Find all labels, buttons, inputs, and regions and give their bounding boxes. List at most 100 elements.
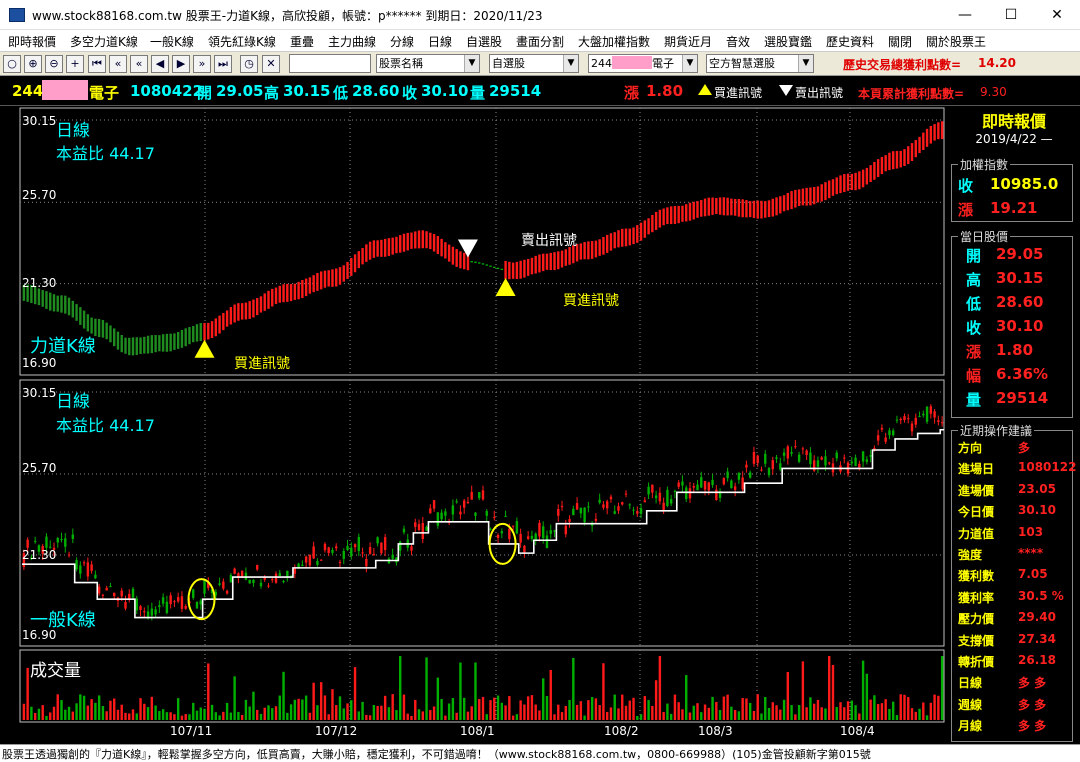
- back-icon[interactable]: ◀: [151, 55, 169, 73]
- volume-bar: [184, 714, 187, 720]
- history-profit-label: 歷史交易總獲利點數=: [843, 58, 962, 72]
- menu-item-realtime[interactable]: 即時報價: [8, 33, 56, 50]
- candle-body: [880, 427, 884, 430]
- index-box-caption: 加權指數: [958, 156, 1011, 173]
- menu-item-normal-k[interactable]: 一般K線: [150, 33, 194, 50]
- volume-bar: [259, 713, 263, 720]
- day-close-value: 30.10: [996, 317, 1044, 335]
- candle-body: [180, 596, 184, 609]
- menu-item-index[interactable]: 大盤加權指數: [578, 33, 650, 50]
- close-button[interactable]: ✕: [1034, 0, 1080, 30]
- candle-body: [451, 505, 455, 515]
- power-k-bar: [895, 150, 899, 169]
- menu-item-history[interactable]: 歷史資料: [826, 33, 874, 50]
- first-page-icon[interactable]: ⏮: [88, 55, 106, 73]
- menu-item-split[interactable]: 畫面分割: [516, 33, 564, 50]
- crosshair-icon[interactable]: +: [66, 55, 84, 73]
- volume-bar: [56, 694, 59, 720]
- volume-bar: [613, 694, 616, 720]
- volume-bar: [207, 663, 210, 720]
- xtick-3: 108/1: [460, 724, 495, 738]
- candle-body: [323, 543, 327, 551]
- forward-icon[interactable]: ▶: [172, 55, 190, 73]
- zoom-out-icon[interactable]: ⊖: [45, 55, 63, 73]
- stock-select[interactable]: 244 電子 ▼: [588, 54, 698, 73]
- last-page-icon[interactable]: ⏭: [214, 55, 232, 73]
- candle-body: [383, 537, 387, 551]
- candle-body: [402, 528, 406, 533]
- menu-item-selector[interactable]: 選股寶鑑: [764, 33, 812, 50]
- menu-item-watchlist[interactable]: 自選股: [466, 33, 502, 50]
- volume-bar: [865, 673, 869, 720]
- power-k-bar: [617, 230, 620, 248]
- volume-bar: [444, 715, 447, 720]
- maximize-button[interactable]: ☐: [988, 0, 1034, 30]
- circle-icon[interactable]: ○: [3, 55, 21, 73]
- volume-bar: [515, 714, 519, 720]
- volume-bar: [651, 705, 654, 720]
- candle-body: [113, 592, 116, 597]
- volume-bar: [903, 694, 906, 720]
- volume-bar: [459, 662, 462, 720]
- volume-bar: [335, 705, 338, 720]
- volume-bar: [410, 715, 413, 720]
- candle-body: [824, 456, 827, 466]
- candle-body: [937, 420, 940, 422]
- volume-bar: [357, 711, 361, 720]
- smart-select[interactable]: 空方智慧選股 ▼: [706, 54, 814, 73]
- candle-body: [707, 482, 710, 491]
- menu-item-overlay[interactable]: 重疊: [290, 33, 314, 50]
- candle-body: [414, 522, 417, 527]
- menu-item-sound[interactable]: 音效: [726, 33, 750, 50]
- candle-body: [504, 515, 507, 517]
- menu-item-daily[interactable]: 日線: [428, 33, 452, 50]
- chevron-down-icon: ▼: [798, 55, 813, 72]
- menu-item-minute[interactable]: 分線: [390, 33, 414, 50]
- power-k-bar: [711, 197, 714, 215]
- menu-item-main-curve[interactable]: 主力曲線: [328, 33, 376, 50]
- menu-item-lead-k[interactable]: 領先紅綠K線: [208, 33, 276, 50]
- candle-body: [308, 554, 312, 566]
- volume-bar: [383, 695, 387, 720]
- power-k-bar: [402, 233, 406, 252]
- candle-body: [94, 574, 97, 579]
- volume-bar: [165, 712, 169, 720]
- power-k-bar: [361, 248, 364, 265]
- candle-body: [564, 525, 567, 535]
- candle-body: [462, 500, 466, 508]
- menu-item-about[interactable]: 關於股票王: [926, 33, 986, 50]
- stock-name-select[interactable]: 股票名稱 ▼: [376, 54, 480, 73]
- menu-item-close[interactable]: 關閉: [888, 33, 912, 50]
- power-k-bar: [850, 173, 853, 191]
- menu-item-power-k[interactable]: 多空力道K線: [70, 33, 138, 50]
- candle-body: [368, 547, 372, 554]
- fast-back2-icon[interactable]: «: [130, 55, 148, 73]
- power-k-bar: [598, 239, 601, 256]
- watchlist-select[interactable]: 自選股 ▼: [489, 54, 579, 73]
- fast-back-icon[interactable]: «: [109, 55, 127, 73]
- candle-body: [737, 472, 741, 480]
- clock-icon[interactable]: ◷: [240, 55, 258, 73]
- power-k-bar: [666, 207, 669, 224]
- candle-body: [267, 585, 270, 587]
- menu-item-futures[interactable]: 期貨近月: [664, 33, 712, 50]
- zoom-target-icon[interactable]: ⊕: [24, 55, 42, 73]
- candle-body: [809, 452, 812, 465]
- volume-bar: [910, 708, 914, 720]
- minimize-button[interactable]: —: [942, 0, 988, 30]
- volume-bar: [673, 694, 677, 720]
- volume-bar: [263, 707, 266, 720]
- cancel-icon[interactable]: ✕: [262, 55, 280, 73]
- code-input[interactable]: [289, 54, 371, 73]
- power-k-bar: [368, 241, 372, 260]
- power-k-bar: [301, 280, 304, 299]
- power-k-bar: [154, 335, 157, 353]
- fast-forward-icon[interactable]: »: [193, 55, 211, 73]
- candle-body: [139, 606, 142, 610]
- candle-body: [244, 572, 248, 580]
- power-k-bar: [240, 303, 244, 320]
- candle-body: [342, 551, 345, 559]
- power-k-bar: [730, 198, 733, 216]
- candle-body: [526, 536, 530, 539]
- advice-value-13: 多 多: [1018, 719, 1047, 734]
